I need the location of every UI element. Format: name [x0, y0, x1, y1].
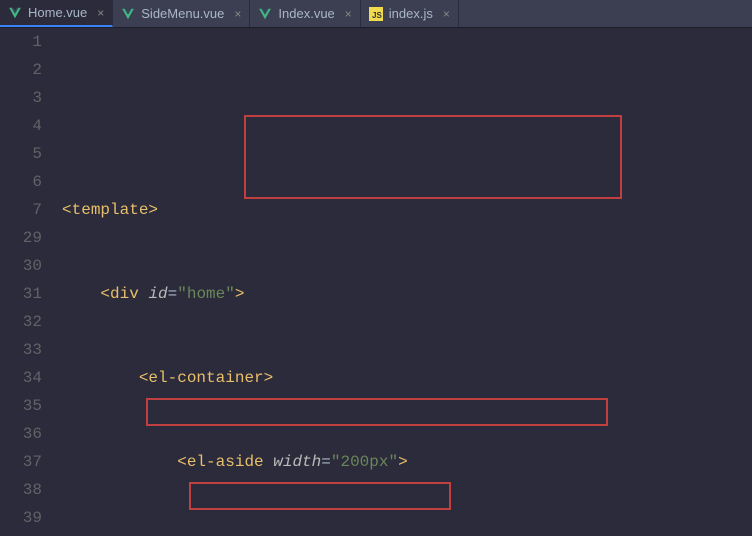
tab-label: index.js: [389, 6, 433, 21]
code-line: <SideMenu></SideMenu>: [62, 532, 752, 536]
close-icon[interactable]: ×: [341, 7, 352, 21]
code-line: <template>: [62, 196, 752, 224]
highlight-box: [146, 398, 608, 426]
tab-label: Index.vue: [278, 6, 334, 21]
tab-home-vue[interactable]: Home.vue ×: [0, 0, 113, 27]
line-number-gutter: 123 456 72930 313233 343536 373839: [0, 28, 58, 536]
tab-index-js[interactable]: JS index.js ×: [361, 0, 459, 27]
code-line: <el-container>: [62, 364, 752, 392]
code-line: <el-aside width="200px">: [62, 448, 752, 476]
code-line: <div id="home">: [62, 280, 752, 308]
code-editor[interactable]: 123 456 72930 313233 343536 373839 <temp…: [0, 28, 752, 536]
tab-bar: Home.vue × SideMenu.vue × Index.vue × JS…: [0, 0, 752, 28]
vue-icon: [121, 7, 135, 21]
code-area[interactable]: <template> <div id="home"> <el-container…: [58, 28, 752, 536]
close-icon[interactable]: ×: [439, 7, 450, 21]
close-icon[interactable]: ×: [93, 6, 104, 20]
js-icon: JS: [369, 7, 383, 21]
tab-sidemenu-vue[interactable]: SideMenu.vue ×: [113, 0, 250, 27]
vue-icon: [258, 7, 272, 21]
highlight-box: [244, 115, 622, 199]
vue-icon: [8, 6, 22, 20]
tab-label: SideMenu.vue: [141, 6, 224, 21]
highlight-box: [189, 482, 451, 510]
close-icon[interactable]: ×: [230, 7, 241, 21]
tab-index-vue[interactable]: Index.vue ×: [250, 0, 360, 27]
tab-label: Home.vue: [28, 5, 87, 20]
